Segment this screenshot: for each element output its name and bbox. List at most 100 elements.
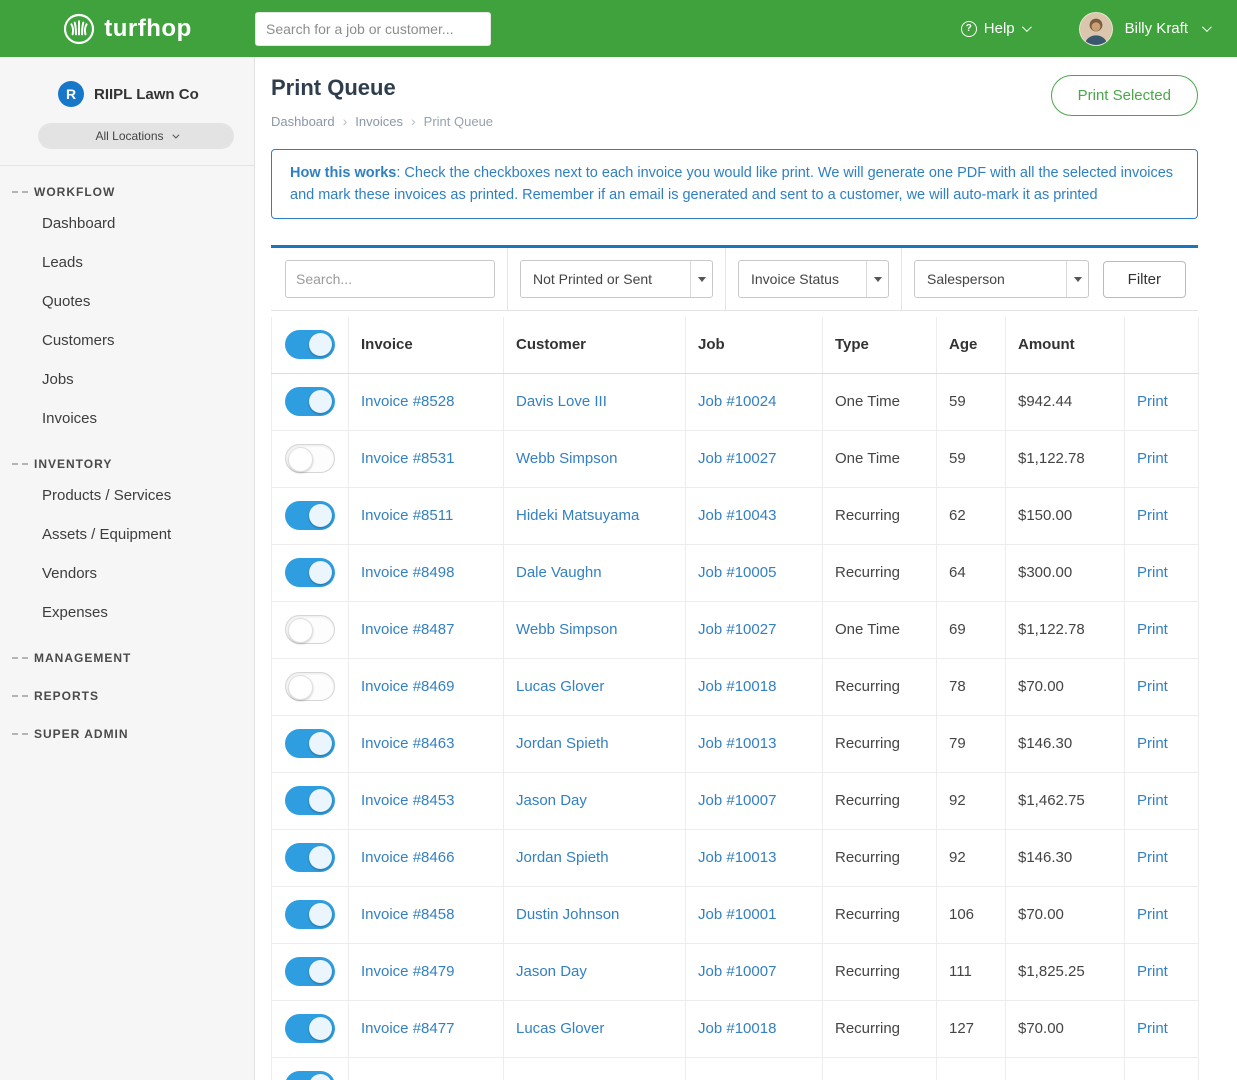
print-link[interactable]: Print bbox=[1137, 1020, 1168, 1037]
customer-link[interactable]: Jordan Spieth bbox=[516, 735, 609, 752]
row-select-toggle[interactable] bbox=[285, 444, 335, 473]
customer-link[interactable]: Dale Vaughn bbox=[516, 564, 602, 581]
job-link[interactable]: Job #10018 bbox=[698, 678, 776, 695]
job-link[interactable]: Job #10005 bbox=[698, 564, 776, 581]
sidebar-item-invoices[interactable]: Invoices bbox=[0, 399, 254, 438]
job-link[interactable]: Job #10043 bbox=[698, 507, 776, 524]
breadcrumb-item[interactable]: Invoices bbox=[355, 114, 403, 129]
sidebar-item-expenses[interactable]: Expenses bbox=[0, 593, 254, 632]
sidebar-item-jobs[interactable]: Jobs bbox=[0, 360, 254, 399]
customer-link[interactable]: Lucas Glover bbox=[516, 1020, 604, 1037]
select-all-toggle[interactable] bbox=[285, 330, 335, 359]
print-selected-button[interactable]: Print Selected bbox=[1051, 75, 1198, 116]
customer-link[interactable]: Dustin Johnson bbox=[516, 906, 619, 923]
brand-name: turfhop bbox=[104, 15, 191, 43]
global-search-input[interactable] bbox=[255, 12, 491, 46]
print-link[interactable]: Print bbox=[1137, 906, 1168, 923]
sidebar-item-assets-equipment[interactable]: Assets / Equipment bbox=[0, 515, 254, 554]
row-select-toggle[interactable] bbox=[285, 1071, 335, 1080]
invoice-link[interactable]: Invoice #8466 bbox=[361, 849, 454, 866]
print-link[interactable]: Print bbox=[1137, 393, 1168, 410]
customer-link[interactable]: Webb Simpson bbox=[516, 621, 617, 638]
user-name[interactable]: Billy Kraft bbox=[1125, 20, 1188, 37]
column-header-job: Job bbox=[686, 317, 823, 373]
invoice-link[interactable]: Invoice #8479 bbox=[361, 963, 454, 980]
invoice-age: 69 bbox=[937, 601, 1006, 658]
job-link[interactable]: Job #10007 bbox=[698, 792, 776, 809]
sidebar-item-products-services[interactable]: Products / Services bbox=[0, 476, 254, 515]
invoice-link[interactable]: Invoice #8469 bbox=[361, 678, 454, 695]
row-select-toggle[interactable] bbox=[285, 729, 335, 758]
sidebar-item-leads[interactable]: Leads bbox=[0, 243, 254, 282]
job-link[interactable]: Job #10024 bbox=[698, 393, 776, 410]
help-menu[interactable]: ? Help bbox=[961, 20, 1029, 37]
table-row: Invoice #8498 Dale Vaughn Job #10005 Rec… bbox=[272, 544, 1199, 601]
invoice-amount bbox=[1006, 1057, 1125, 1080]
customer-link[interactable]: Jason Day bbox=[516, 792, 587, 809]
printed-filter-dropdown[interactable]: Not Printed or Sent bbox=[520, 260, 713, 298]
salesperson-dropdown[interactable]: Salesperson bbox=[914, 260, 1089, 298]
print-link[interactable]: Print bbox=[1137, 735, 1168, 752]
filter-bar: Not Printed or Sent Invoice Status Sales… bbox=[271, 245, 1198, 311]
location-selector[interactable]: All Locations bbox=[38, 123, 234, 149]
print-link[interactable]: Print bbox=[1137, 792, 1168, 809]
invoice-link[interactable]: Invoice #8463 bbox=[361, 735, 454, 752]
row-select-toggle[interactable] bbox=[285, 957, 335, 986]
breadcrumb-item[interactable]: Dashboard bbox=[271, 114, 335, 129]
sidebar-section-label: WORKFLOW bbox=[34, 185, 115, 199]
customer-link[interactable]: Jordan Spieth bbox=[516, 849, 609, 866]
invoice-amount: $150.00 bbox=[1006, 487, 1125, 544]
job-link[interactable]: Job #10007 bbox=[698, 963, 776, 980]
row-select-toggle[interactable] bbox=[285, 387, 335, 416]
dropdown-caret-icon bbox=[690, 261, 712, 297]
row-select-toggle[interactable] bbox=[285, 843, 335, 872]
sidebar-item-quotes[interactable]: Quotes bbox=[0, 282, 254, 321]
job-link[interactable]: Job #10013 bbox=[698, 735, 776, 752]
table-search-input[interactable] bbox=[285, 260, 495, 298]
invoice-link[interactable]: Invoice #8531 bbox=[361, 450, 454, 467]
print-link[interactable]: Print bbox=[1137, 963, 1168, 980]
top-bar: turfhop ? Help Billy Kraft bbox=[0, 0, 1237, 57]
print-link[interactable]: Print bbox=[1137, 564, 1168, 581]
customer-link[interactable]: Davis Love III bbox=[516, 393, 607, 410]
filter-button[interactable]: Filter bbox=[1103, 261, 1186, 298]
row-select-toggle[interactable] bbox=[285, 1014, 335, 1043]
row-select-toggle[interactable] bbox=[285, 501, 335, 530]
chevron-down-icon[interactable] bbox=[1202, 22, 1212, 32]
job-link[interactable]: Job #10018 bbox=[698, 1020, 776, 1037]
print-link[interactable]: Print bbox=[1137, 450, 1168, 467]
sidebar-item-dashboard[interactable]: Dashboard bbox=[0, 204, 254, 243]
print-link[interactable]: Print bbox=[1137, 507, 1168, 524]
row-select-toggle[interactable] bbox=[285, 615, 335, 644]
invoice-age: 78 bbox=[937, 658, 1006, 715]
invoice-link[interactable]: Invoice #8511 bbox=[361, 507, 453, 524]
customer-link[interactable]: Webb Simpson bbox=[516, 450, 617, 467]
invoice-link[interactable]: Invoice #8528 bbox=[361, 393, 454, 410]
job-link[interactable]: Job #10027 bbox=[698, 621, 776, 638]
customer-link[interactable]: Lucas Glover bbox=[516, 678, 604, 695]
customer-link[interactable]: Jason Day bbox=[516, 963, 587, 980]
invoice-link[interactable]: Invoice #8487 bbox=[361, 621, 454, 638]
row-select-toggle[interactable] bbox=[285, 672, 335, 701]
avatar[interactable] bbox=[1079, 12, 1113, 46]
invoice-link[interactable]: Invoice #8453 bbox=[361, 792, 454, 809]
job-link[interactable]: Job #10013 bbox=[698, 849, 776, 866]
invoice-link[interactable]: Invoice #8458 bbox=[361, 906, 454, 923]
info-banner: How this works: Check the checkboxes nex… bbox=[271, 149, 1198, 219]
sidebar-item-customers[interactable]: Customers bbox=[0, 321, 254, 360]
invoice-link[interactable]: Invoice #8477 bbox=[361, 1020, 454, 1037]
row-select-toggle[interactable] bbox=[285, 558, 335, 587]
sidebar-item-vendors[interactable]: Vendors bbox=[0, 554, 254, 593]
table-row: Invoice #8469 Lucas Glover Job #10018 Re… bbox=[272, 658, 1199, 715]
print-link[interactable]: Print bbox=[1137, 678, 1168, 695]
invoice-status-dropdown[interactable]: Invoice Status bbox=[738, 260, 889, 298]
row-select-toggle[interactable] bbox=[285, 900, 335, 929]
invoice-link[interactable]: Invoice #8498 bbox=[361, 564, 454, 581]
job-link[interactable]: Job #10001 bbox=[698, 906, 776, 923]
row-select-toggle[interactable] bbox=[285, 786, 335, 815]
brand-logo[interactable]: turfhop bbox=[0, 13, 255, 45]
customer-link[interactable]: Hideki Matsuyama bbox=[516, 507, 639, 524]
print-link[interactable]: Print bbox=[1137, 849, 1168, 866]
job-link[interactable]: Job #10027 bbox=[698, 450, 776, 467]
print-link[interactable]: Print bbox=[1137, 621, 1168, 638]
